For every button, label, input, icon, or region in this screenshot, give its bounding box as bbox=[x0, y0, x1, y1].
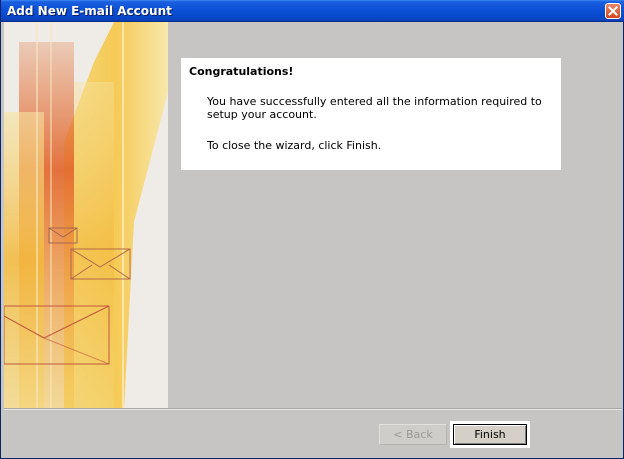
wizard-window: Add New E-mail Account Congratulations! … bbox=[0, 0, 624, 459]
completion-heading: Congratulations! bbox=[189, 65, 294, 78]
back-button-label: < Back bbox=[393, 428, 433, 441]
title-bar[interactable]: Add New E-mail Account bbox=[1, 0, 624, 22]
finish-button[interactable]: Finish bbox=[453, 424, 527, 445]
close-button[interactable] bbox=[605, 3, 621, 19]
close-instruction: To close the wizard, click Finish. bbox=[207, 139, 382, 152]
completion-message-panel: Congratulations! You have successfully e… bbox=[181, 58, 561, 170]
wizard-side-artwork bbox=[4, 22, 168, 409]
back-button[interactable]: < Back bbox=[379, 424, 447, 445]
completion-message: You have successfully entered all the in… bbox=[207, 95, 542, 121]
window-title: Add New E-mail Account bbox=[7, 4, 172, 18]
close-icon bbox=[608, 6, 618, 16]
finish-button-label: Finish bbox=[474, 428, 506, 441]
